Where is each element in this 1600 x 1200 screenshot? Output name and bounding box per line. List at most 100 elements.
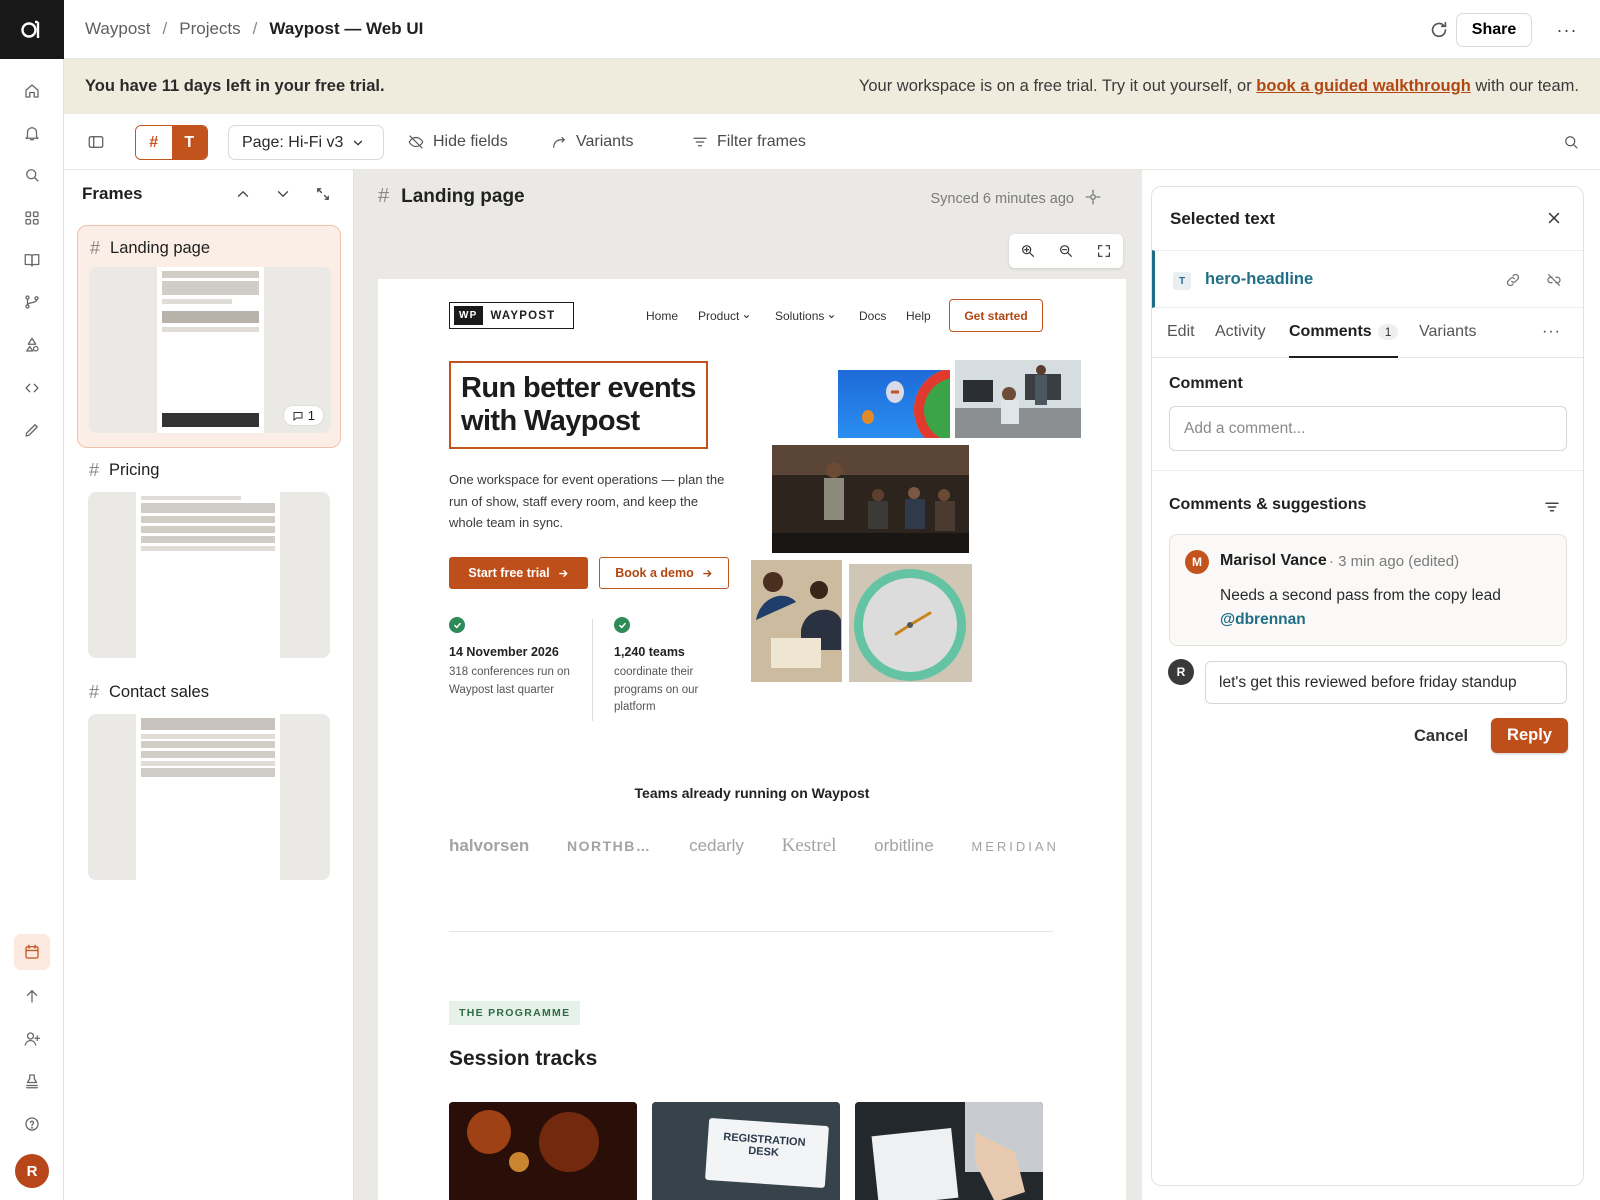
breadcrumb-separator: / xyxy=(162,19,168,38)
branch-icon[interactable] xyxy=(17,287,47,317)
stat-divider xyxy=(592,619,593,721)
calendar-icon[interactable] xyxy=(14,934,50,970)
book-demo-label: Book a demo xyxy=(615,566,694,580)
shapes-icon[interactable] xyxy=(17,330,47,360)
comment-card[interactable]: M Marisol Vance · 3 min ago (edited) Nee… xyxy=(1169,534,1567,646)
reply-button[interactable]: Reply xyxy=(1491,718,1568,753)
frame-title: # Landing page xyxy=(90,238,210,259)
comment-author-avatar: M xyxy=(1185,550,1209,574)
customer-logos: halvorsen NORTHB… cedarly Kestrel orbitl… xyxy=(449,835,1059,857)
reply-input[interactable]: let's get this reviewed before friday st… xyxy=(1205,661,1567,704)
sync-icon[interactable] xyxy=(1084,188,1104,208)
trial-days-left: You have 11 days left in your free trial… xyxy=(85,77,385,95)
customer-logo: NORTHB… xyxy=(567,838,652,854)
upload-icon[interactable] xyxy=(17,981,47,1011)
tab-variants[interactable]: Variants xyxy=(1419,323,1477,358)
pencil-icon[interactable] xyxy=(17,415,47,445)
comments-count-badge: 1 xyxy=(1377,324,1399,340)
user-avatar[interactable]: R xyxy=(15,1154,49,1188)
book-icon[interactable] xyxy=(17,245,47,275)
frame-card-landing-page[interactable]: # Landing page 1 xyxy=(77,225,341,448)
workshop-photo xyxy=(751,560,842,682)
filter-frames-button[interactable]: Filter frames xyxy=(691,114,806,170)
hide-fields-button[interactable]: Hide fields xyxy=(407,114,508,170)
comment-input[interactable]: Add a comment... xyxy=(1169,406,1567,451)
hero-headline[interactable]: Run better events with Waypost xyxy=(449,361,708,449)
filter-icon[interactable] xyxy=(1543,498,1561,516)
breadcrumb-separator: / xyxy=(252,19,258,38)
breadcrumb-workspace[interactable]: Waypost xyxy=(85,19,151,39)
track-card-image xyxy=(855,1102,1043,1200)
home-icon[interactable] xyxy=(17,76,47,106)
frame-name: Contact sales xyxy=(109,683,209,701)
speaker-photo xyxy=(772,445,969,553)
collapse-icon[interactable] xyxy=(314,185,334,205)
toggle-sidebar-icon[interactable] xyxy=(87,114,105,170)
canvas-frame-header: # Landing page xyxy=(378,185,525,208)
link-icon[interactable] xyxy=(1505,272,1521,288)
canvas-frame-title: Landing page xyxy=(401,185,525,207)
site-nav-docs[interactable]: Docs xyxy=(859,309,886,323)
text-mode-button[interactable]: T xyxy=(171,126,207,159)
start-free-trial-button[interactable]: Start free trial xyxy=(449,557,588,589)
comment-label: Comment xyxy=(1169,375,1243,392)
walkthrough-link[interactable]: book a guided walkthrough xyxy=(1256,77,1471,95)
get-started-button[interactable]: Get started xyxy=(949,299,1043,332)
frame-mode-button[interactable]: # xyxy=(136,126,172,159)
bell-icon[interactable] xyxy=(17,118,47,148)
check-circle-icon xyxy=(614,617,630,633)
tab-comments-label: Comments xyxy=(1289,323,1372,340)
selected-text-panel: Selected text T hero-headline Edit Activ… xyxy=(1151,186,1584,1186)
app-logo[interactable] xyxy=(0,0,64,59)
filter-icon xyxy=(693,137,707,147)
site-nav-solutions[interactable]: Solutions xyxy=(775,309,836,323)
chevron-down-icon[interactable] xyxy=(274,185,294,205)
design-canvas[interactable]: # Landing page Synced 6 minutes ago WP W… xyxy=(354,170,1142,1200)
trial-banner: You have 11 days left in your free trial… xyxy=(64,59,1600,114)
more-tabs-icon[interactable]: ··· xyxy=(1542,323,1561,358)
cancel-button[interactable]: Cancel xyxy=(1414,727,1468,746)
tab-edit[interactable]: Edit xyxy=(1167,323,1195,358)
fullscreen-icon[interactable] xyxy=(1085,234,1123,268)
comment-meta: · 3 min ago (edited) xyxy=(1329,553,1460,570)
share-button[interactable]: Share xyxy=(1456,13,1532,47)
landing-page-frame[interactable]: WP WAYPOST Home Product Solutions Docs H… xyxy=(378,279,1126,1200)
chevron-up-icon[interactable] xyxy=(234,185,254,205)
breadcrumb-projects[interactable]: Projects xyxy=(179,19,240,39)
view-mode-toggle: # T xyxy=(135,125,208,160)
trial-message-end: with our team. xyxy=(1470,77,1579,95)
frame-card-contact-sales[interactable]: # Contact sales xyxy=(77,670,341,892)
chevron-down-icon xyxy=(354,140,363,146)
code-icon[interactable] xyxy=(17,373,47,403)
site-nav-help[interactable]: Help xyxy=(906,309,931,323)
help-icon[interactable] xyxy=(17,1109,47,1139)
site-nav-home[interactable]: Home xyxy=(646,309,678,323)
refresh-icon[interactable] xyxy=(1428,19,1450,41)
hero-line-1: Run better events xyxy=(461,372,696,404)
stamp-icon[interactable] xyxy=(17,1066,47,1096)
search-icon[interactable] xyxy=(1562,114,1580,170)
close-icon[interactable] xyxy=(1545,209,1563,227)
customer-logo: MERIDIAN xyxy=(971,838,1059,854)
selected-layer[interactable]: T hero-headline xyxy=(1152,250,1583,308)
filter-frames-label: Filter frames xyxy=(717,133,806,150)
tab-activity[interactable]: Activity xyxy=(1215,323,1266,358)
frame-card-pricing[interactable]: # Pricing xyxy=(77,448,341,670)
left-rail: R xyxy=(0,0,64,1200)
variants-button[interactable]: Variants xyxy=(550,114,634,170)
more-options-icon[interactable]: ··· xyxy=(1554,17,1580,43)
check-circle-icon xyxy=(449,617,465,633)
tab-comments[interactable]: Comments 1 xyxy=(1289,323,1399,358)
comment-mention[interactable]: @dbrennan xyxy=(1220,608,1550,632)
site-nav-product[interactable]: Product xyxy=(698,309,751,323)
customer-logo: orbitline xyxy=(874,836,934,855)
add-user-icon[interactable] xyxy=(17,1024,47,1054)
zoom-in-icon[interactable] xyxy=(1009,234,1047,268)
book-demo-button[interactable]: Book a demo xyxy=(599,557,729,589)
page-select[interactable]: Page: Hi-Fi v3 xyxy=(228,125,384,160)
search-icon[interactable] xyxy=(17,160,47,190)
unlink-icon[interactable] xyxy=(1545,272,1563,288)
zoom-out-icon[interactable] xyxy=(1047,234,1085,268)
grid-icon[interactable] xyxy=(17,203,47,233)
page-select-value: Page: Hi-Fi v3 xyxy=(242,133,344,151)
